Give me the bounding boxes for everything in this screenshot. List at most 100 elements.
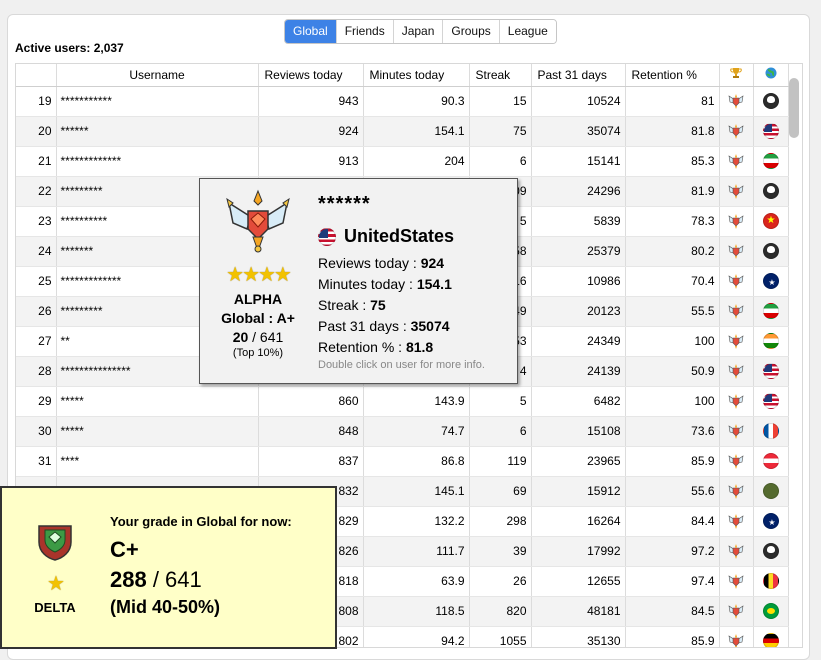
pirate-flag-icon: [762, 243, 779, 259]
cell-streak: 69: [469, 476, 532, 507]
cell-past31: 6482: [531, 386, 626, 417]
cell-league-badge: [719, 176, 754, 207]
cell-streak: 5: [469, 386, 532, 417]
cell-user: *****: [56, 416, 259, 447]
cell-reviews: 924: [258, 116, 364, 147]
alpha-badge-icon: [728, 514, 744, 529]
cell-country-flag: [753, 446, 789, 477]
cell-rank: 26: [16, 296, 57, 327]
cell-past31: 15108: [531, 416, 626, 447]
active-users-count: Active users: 2,037: [15, 41, 124, 55]
cell-country-flag: [753, 476, 789, 507]
cell-user: *************: [56, 146, 259, 177]
cell-minutes: 86.8: [363, 446, 470, 477]
past31-header[interactable]: Past 31 days: [531, 64, 626, 87]
grade-stars: ★: [47, 573, 65, 595]
alpha-badge-icon: [728, 394, 744, 409]
us-flag-icon: [318, 227, 336, 246]
cell-country-flag: [753, 236, 789, 267]
cell-retention: 100: [625, 326, 720, 357]
alpha-badge-icon: [728, 244, 744, 259]
cell-streak: 15: [469, 86, 532, 117]
cell-streak: 39: [469, 536, 532, 567]
cell-league-badge: [719, 356, 754, 387]
cell-country-flag: [753, 86, 789, 117]
table-row[interactable]: 30 ***** 848 74.7 6 15108 73.6: [16, 416, 789, 447]
grade-league: DELTA: [34, 600, 76, 615]
cell-country-flag: [753, 626, 789, 647]
india-flag-icon: [762, 333, 779, 349]
tooltip-country: UnitedStates: [318, 226, 513, 247]
cell-streak: 26: [469, 566, 532, 597]
alpha-badge-icon: [728, 604, 744, 619]
cell-user: *****: [56, 386, 259, 417]
iran-flag-icon: [762, 303, 779, 319]
tab-global[interactable]: Global: [285, 20, 337, 43]
table-row[interactable]: 21 ************* 913 204 6 15141 85.3: [16, 146, 789, 177]
cell-rank: 30: [16, 416, 57, 447]
cell-streak: 6: [469, 416, 532, 447]
tooltip-streak: Streak : 75: [318, 297, 386, 313]
tooltip-position: 20 / 641: [232, 329, 284, 345]
tab-japan[interactable]: Japan: [393, 20, 444, 43]
cell-country-flag: [753, 296, 789, 327]
cell-retention: 55.5: [625, 296, 720, 327]
cell-country-flag: ★: [753, 206, 789, 237]
username-header[interactable]: Username: [56, 64, 259, 87]
cell-reviews: 913: [258, 146, 364, 177]
table-row[interactable]: 19 *********** 943 90.3 15 10524 81: [16, 86, 789, 117]
cell-league-badge: [719, 86, 754, 117]
cell-league-badge: [719, 536, 754, 567]
cell-rank: 21: [16, 146, 57, 177]
trophy-icon[interactable]: [719, 64, 754, 87]
cell-retention: 70.4: [625, 266, 720, 297]
cell-retention: 80.2: [625, 236, 720, 267]
cell-past31: 24349: [531, 326, 626, 357]
cell-minutes: 143.9: [363, 386, 470, 417]
cell-retention: 73.6: [625, 416, 720, 447]
cell-retention: 85.3: [625, 146, 720, 177]
cell-rank: 20: [16, 116, 57, 147]
globe-icon[interactable]: [753, 64, 789, 87]
cell-retention: 81.9: [625, 176, 720, 207]
cell-retention: 55.6: [625, 476, 720, 507]
cell-past31: 17992: [531, 536, 626, 567]
cell-rank: 27: [16, 326, 57, 357]
tooltip-stars: ★★★★: [226, 264, 292, 286]
scrollbar-thumb[interactable]: [789, 78, 799, 138]
cell-retention: 78.3: [625, 206, 720, 237]
cell-league-badge: [719, 236, 754, 267]
tab-friends[interactable]: Friends: [336, 20, 394, 43]
cell-reviews: 943: [258, 86, 364, 117]
cell-retention: 97.4: [625, 566, 720, 597]
table-row[interactable]: 29 ***** 860 143.9 5 6482 100: [16, 386, 789, 417]
tooltip-grade: Global : A+: [221, 310, 295, 326]
pirate-flag-icon: [762, 183, 779, 199]
cell-retention: 85.9: [625, 446, 720, 477]
cell-rank: 24: [16, 236, 57, 267]
cell-minutes: 90.3: [363, 86, 470, 117]
retention-header[interactable]: Retention %: [625, 64, 720, 87]
tab-league[interactable]: League: [499, 20, 556, 43]
minutes-header[interactable]: Minutes today: [363, 64, 470, 87]
cell-rank: 23: [16, 206, 57, 237]
streak-header[interactable]: Streak: [469, 64, 532, 87]
alpha-badge-icon: [728, 214, 744, 229]
cell-past31: 35130: [531, 626, 626, 647]
germany-flag-icon: [762, 633, 779, 647]
tab-groups[interactable]: Groups: [443, 20, 500, 43]
australia-flag-icon: ★: [762, 513, 779, 529]
rank-header[interactable]: [16, 64, 57, 87]
cell-league-badge: [719, 146, 754, 177]
cell-retention: 84.4: [625, 506, 720, 537]
reviews-header[interactable]: Reviews today: [258, 64, 364, 87]
table-row[interactable]: 31 **** 837 86.8 119 23965 85.9: [16, 446, 789, 477]
cell-retention: 85.9: [625, 626, 720, 647]
tab-bar: Global Friends Japan Groups League: [284, 19, 557, 44]
cell-minutes: 94.2: [363, 626, 470, 647]
alpha-badge-icon: [728, 454, 744, 469]
cell-user: ****: [56, 446, 259, 477]
cell-streak: 298: [469, 506, 532, 537]
table-row[interactable]: 20 ****** 924 154.1 75 35074 81.8: [16, 116, 789, 147]
cell-minutes: 154.1: [363, 116, 470, 147]
